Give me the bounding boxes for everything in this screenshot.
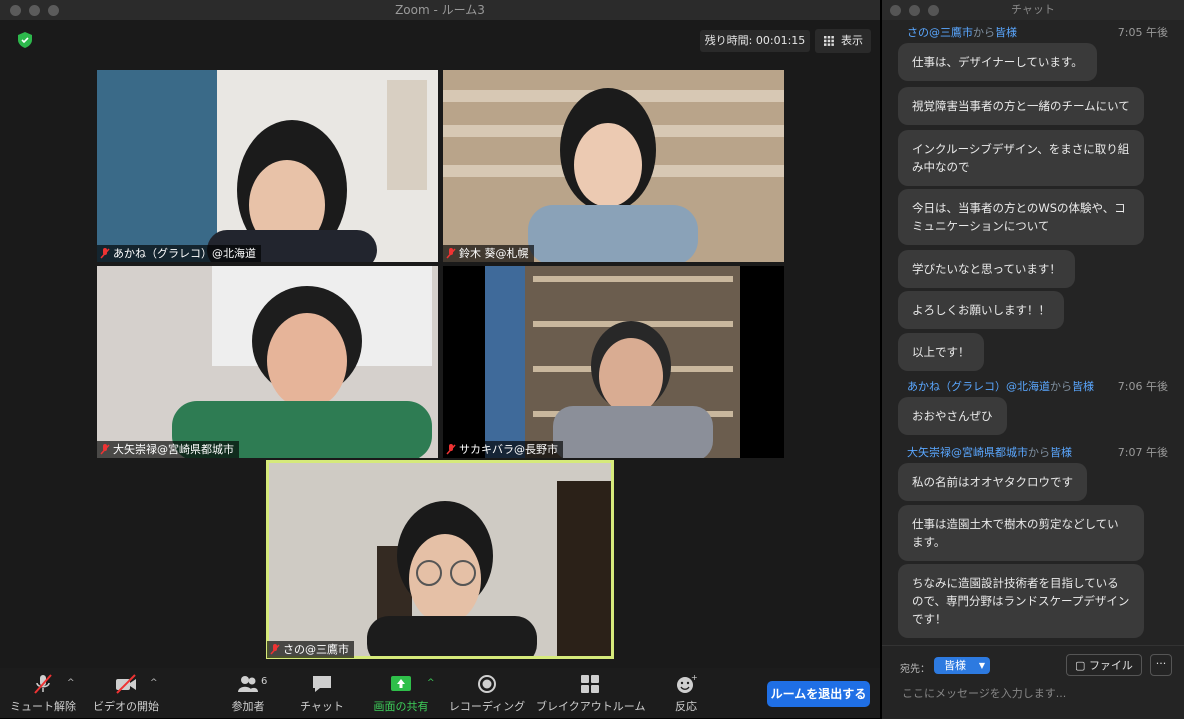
chat-sender-line: さの@三鷹市から皆様 — [907, 26, 1017, 39]
participant-video — [97, 266, 438, 458]
more-options-button[interactable]: ··· — [1150, 654, 1172, 676]
chat-timestamp: 7:06 午後 — [1117, 380, 1168, 393]
participant-name: サカキバラ@長野市 — [459, 443, 558, 456]
record-button[interactable]: レコーディング — [448, 668, 526, 718]
participant-name: 大矢崇禄@宮崎県都城市 — [113, 443, 234, 456]
video-off-icon — [116, 674, 136, 694]
share-screen-icon — [391, 676, 411, 691]
chat-timestamp: 7:07 午後 — [1117, 446, 1168, 459]
zoom-window: Zoom - ルーム3 残り時間: 00:01:15 表示 あかね（グラレコ）@… — [0, 0, 880, 718]
participant-video — [97, 70, 438, 262]
emoji-icon: + — [677, 674, 697, 693]
minimize-window-button[interactable] — [29, 5, 40, 16]
video-tile[interactable]: あかね（グラレコ）@北海道 — [97, 70, 438, 262]
participant-video — [443, 70, 784, 262]
video-options-caret[interactable]: ^ — [150, 678, 158, 688]
leave-room-button[interactable]: ルームを退出する — [767, 681, 870, 707]
chat-message: おおやさんぜひ — [898, 397, 1007, 435]
audio-options-caret[interactable]: ^ — [67, 678, 75, 688]
start-video-button[interactable]: ビデオの開始 — [88, 668, 164, 718]
share-screen-button[interactable]: 画面の共有 — [370, 668, 432, 718]
recipient-select[interactable]: 皆様 ▼ — [934, 657, 990, 674]
mic-off-icon — [270, 644, 280, 655]
participants-icon — [238, 676, 258, 692]
chat-message: 学びたいなと思っています！ — [898, 250, 1075, 288]
grid-icon — [824, 36, 834, 46]
file-icon: ▢ — [1075, 659, 1089, 672]
breakout-rooms-icon — [581, 675, 599, 693]
chat-sender-line: あかね（グラレコ）@北海道から皆様 — [907, 380, 1094, 393]
chat-message: 仕事は、デザイナーしています。 — [898, 43, 1097, 81]
chat-message: 以上です！ — [898, 333, 984, 371]
participant-name: 鈴木 葵@札幌 — [459, 247, 529, 260]
chat-message: 仕事は造園土木で樹木の剪定などしています。 — [898, 505, 1144, 561]
participant-video — [267, 461, 613, 658]
breakout-rooms-button[interactable]: ブレイクアウトルーム — [536, 668, 645, 718]
shield-icon[interactable] — [18, 32, 32, 48]
chat-message-input[interactable]: ここにメッセージを入力します... — [902, 684, 1162, 704]
chat-message: 私の名前はオオヤタクロウです — [898, 463, 1087, 501]
svg-text:+: + — [691, 674, 697, 682]
zoom-window-button[interactable] — [48, 5, 59, 16]
recipient-label: 宛先： — [900, 664, 930, 675]
participant-count: 6 — [261, 676, 268, 687]
mic-off-icon — [100, 248, 110, 259]
reactions-button[interactable]: + 反応 — [662, 668, 710, 718]
video-tile[interactable]: 鈴木 葵@札幌 — [443, 70, 784, 262]
participant-name: あかね（グラレコ）@北海道 — [113, 247, 256, 260]
view-button[interactable]: 表示 — [815, 29, 871, 53]
share-options-caret[interactable]: ^ — [427, 678, 435, 688]
meeting-toolbar: ミュート解除 ^ ビデオの開始 ^ 6 参加者 チャット 画面の共有 ^ レコー… — [0, 668, 880, 718]
chat-button[interactable]: チャット — [292, 668, 352, 718]
chat-message: 視覚障害当事者の方と一緒のチームにいて — [898, 87, 1144, 125]
record-icon — [478, 675, 496, 693]
mic-off-icon — [100, 444, 110, 455]
mic-off-icon — [446, 444, 456, 455]
remaining-time: 残り時間: 00:01:15 — [700, 30, 810, 52]
microphone-muted-icon — [34, 674, 52, 694]
chat-sender-line: 大矢崇禄@宮崎県都城市から皆様 — [907, 446, 1072, 459]
chat-message: インクルーシブデザイン、をまさに取り組み中なので — [898, 130, 1144, 186]
participant-video — [443, 266, 784, 458]
chat-panel-title: チャット — [882, 0, 1184, 20]
video-tile[interactable]: 大矢崇禄@宮崎県都城市 — [97, 266, 438, 458]
chat-panel: チャット さの@三鷹市から皆様 7:05 午後 仕事は、デザイナーしています。 … — [882, 0, 1184, 719]
chat-icon — [313, 676, 331, 692]
video-tile-active-speaker[interactable]: さの@三鷹市 — [266, 460, 614, 659]
participants-button[interactable]: 6 参加者 — [218, 668, 278, 718]
view-label: 表示 — [841, 34, 863, 47]
chat-message: よろしくお願いします！！ — [898, 291, 1064, 329]
mic-off-icon — [446, 248, 456, 259]
chat-message: ちなみに造園設計技術者を目指しているので、専門分野はランドスケープデザインです！ — [898, 564, 1144, 638]
chevron-down-icon: ▼ — [978, 661, 985, 670]
unmute-button[interactable]: ミュート解除 — [4, 668, 82, 718]
chat-input-area: 宛先： 皆様 ▼ ▢ ファイル ··· ここにメッセージを入力します... — [882, 645, 1184, 719]
window-titlebar: Zoom - ルーム3 — [0, 0, 880, 20]
chat-message: 今日は、当事者の方とのWSの体験や、コミュニケーションについて — [898, 189, 1144, 245]
close-window-button[interactable] — [10, 5, 21, 16]
video-tile[interactable]: サカキバラ@長野市 — [443, 266, 784, 458]
window-title: Zoom - ルーム3 — [395, 3, 485, 17]
file-button[interactable]: ▢ ファイル — [1066, 654, 1142, 676]
chat-timestamp: 7:05 午後 — [1117, 26, 1168, 39]
participant-name: さの@三鷹市 — [283, 643, 349, 656]
